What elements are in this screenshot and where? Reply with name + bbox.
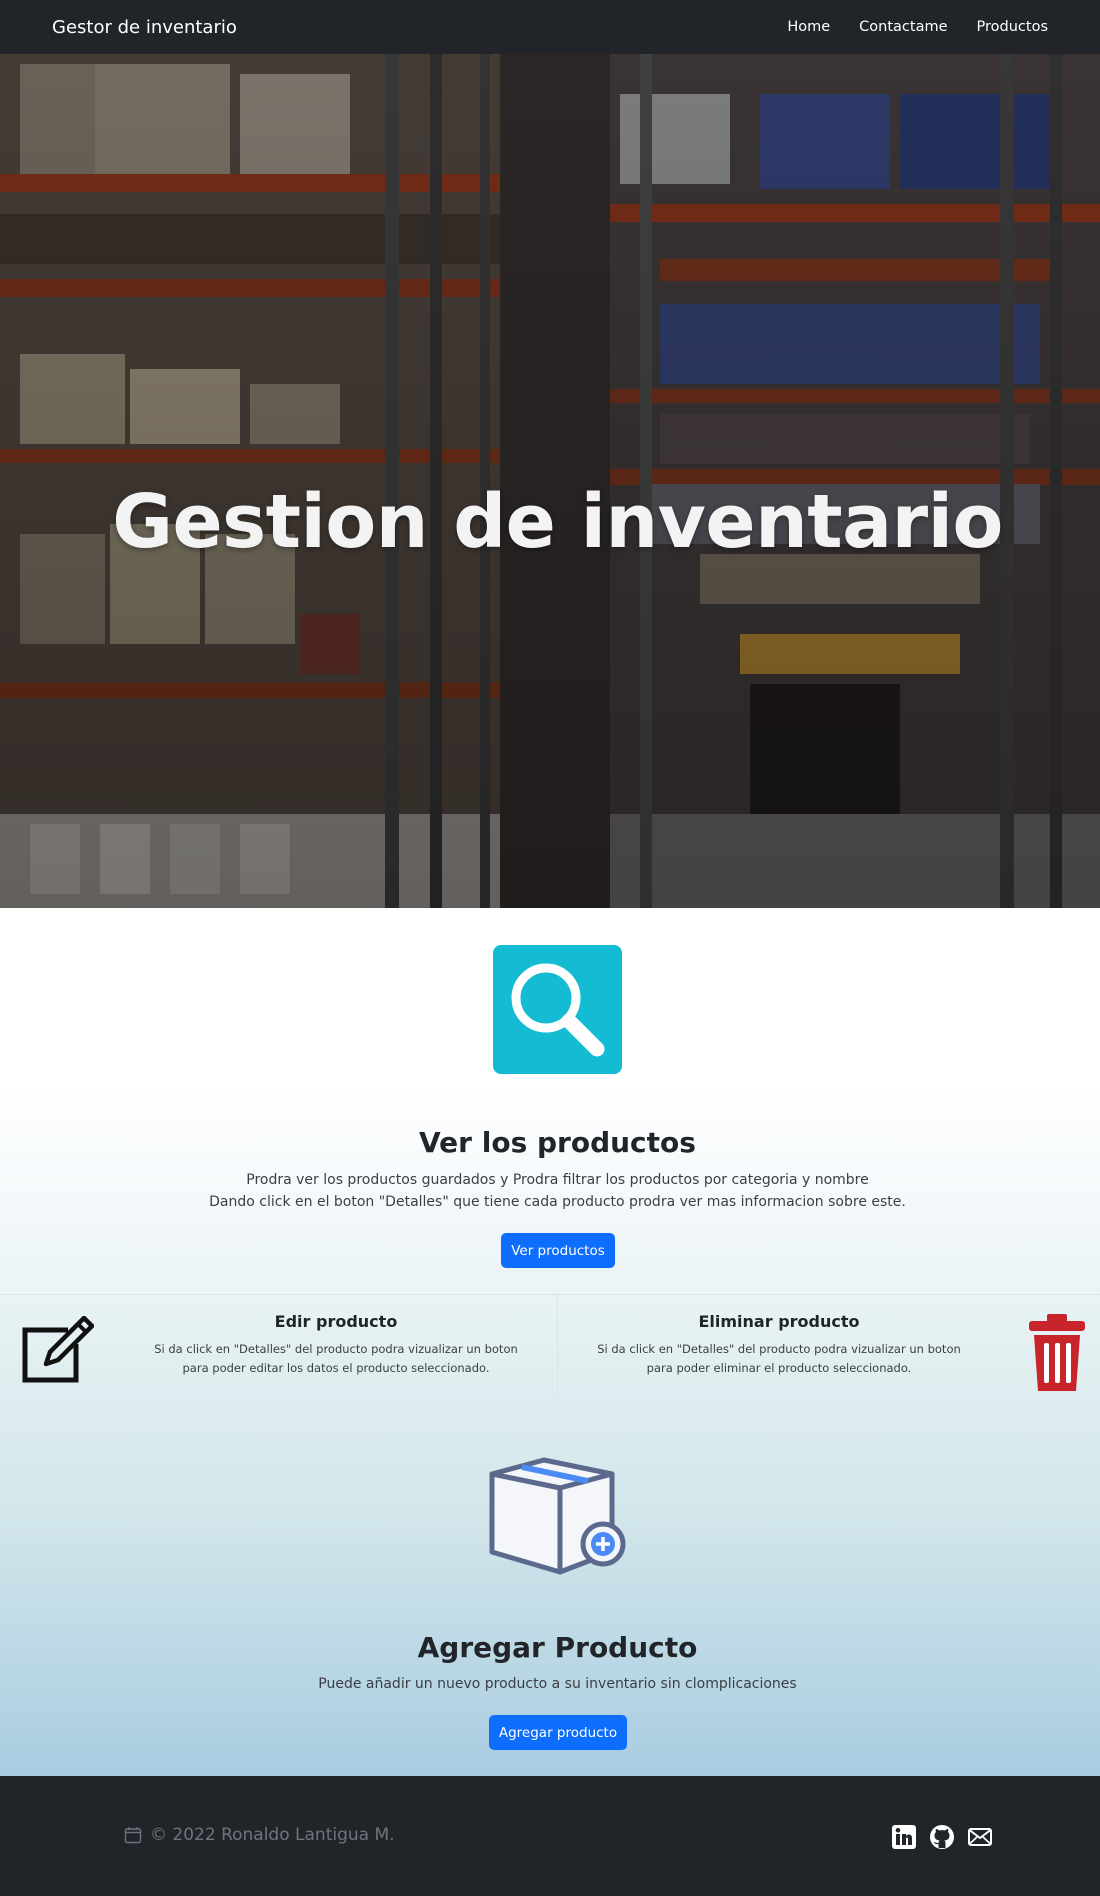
trash-icon — [1028, 1313, 1086, 1393]
add-product-button[interactable]: Agregar producto — [489, 1715, 627, 1750]
add-product-text: Puede añadir un nuevo producto a su inve… — [318, 1676, 797, 1692]
hero-title: Gestion de inventario — [112, 479, 1003, 565]
linkedin-icon[interactable] — [891, 1824, 917, 1850]
view-products-title: Ver los productos — [419, 1126, 696, 1159]
delete-product-title: Eliminar producto — [698, 1312, 860, 1331]
box-add-icon — [488, 1456, 628, 1576]
navbar-brand[interactable]: Gestor de inventario — [52, 17, 237, 38]
view-products-button[interactable]: Ver productos — [501, 1233, 615, 1268]
divider — [0, 1294, 1100, 1295]
github-icon[interactable] — [929, 1824, 955, 1850]
copyright: © 2022 Ronaldo Lantigua M. — [124, 1825, 395, 1845]
add-product-title: Agregar Producto — [417, 1631, 698, 1664]
social-links — [891, 1824, 993, 1850]
nav-links: Home Contactame Productos — [787, 19, 1048, 35]
edit-product-text: Si da click en "Detalles" del producto p… — [154, 1342, 518, 1375]
hero-banner: Gestion de inventario — [0, 54, 1100, 908]
edit-icon — [20, 1315, 95, 1390]
copyright-text: © 2022 Ronaldo Lantigua M. — [150, 1825, 395, 1845]
search-icon — [493, 945, 622, 1074]
nav-link-productos[interactable]: Productos — [977, 19, 1048, 35]
navbar: Gestor de inventario Home Contactame Pro… — [0, 0, 1100, 54]
view-products-text-2: Dando click en el boton "Detalles" que t… — [209, 1194, 906, 1210]
calendar-icon — [124, 1826, 142, 1844]
edit-product-title: Edir producto — [274, 1312, 398, 1331]
nav-link-home[interactable]: Home — [787, 19, 830, 35]
delete-product-text: Si da click en "Detalles" del producto p… — [597, 1342, 961, 1375]
view-products-text-1: Prodra ver los productos guardados y Pro… — [246, 1172, 869, 1188]
divider — [557, 1295, 558, 1410]
features-section: Ver los productos Prodra ver los product… — [0, 908, 1100, 1776]
nav-link-contactame[interactable]: Contactame — [859, 19, 947, 35]
footer: © 2022 Ronaldo Lantigua M. — [0, 1776, 1100, 1896]
mail-icon[interactable] — [967, 1824, 993, 1850]
